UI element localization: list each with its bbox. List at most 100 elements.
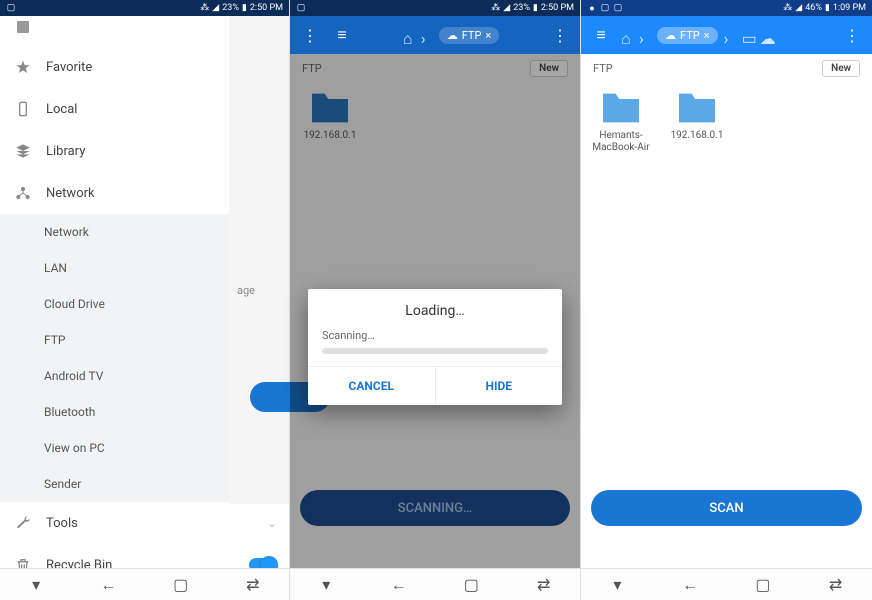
battery-pct: 46% [805, 3, 822, 13]
star-icon [14, 58, 32, 76]
clock: 1:09 PM [833, 3, 866, 13]
image-icon: ▢ [613, 3, 623, 13]
recents-icon[interactable]: ⇄ [535, 576, 553, 594]
sidebar-sub-viewonpc[interactable]: View on PC [0, 430, 289, 466]
clock: 2:50 PM [541, 3, 574, 13]
signal-icon: ◢ [212, 3, 219, 13]
image-icon: ▢ [296, 3, 306, 13]
recycle-toggle[interactable] [249, 558, 277, 568]
cloud-icon[interactable]: ☁ [760, 29, 772, 41]
sidebar-sub-cloud[interactable]: Cloud Drive [0, 286, 289, 322]
clock: 2:50 PM [250, 3, 283, 13]
layers-icon [14, 142, 32, 160]
app-icon: ● [587, 3, 597, 13]
sidebar-item-favorite[interactable]: Favorite ⌄ [0, 46, 289, 88]
device-icon [14, 18, 32, 36]
home-icon[interactable]: ⌂ [403, 29, 415, 41]
home-icon[interactable]: ▢ [754, 576, 772, 594]
more-vert-icon[interactable]: ⋮ [298, 23, 322, 47]
more-vert-icon[interactable]: ⋮ [548, 23, 572, 47]
chevron-down-icon: ⌄ [267, 102, 277, 116]
crumb-chip-ftp[interactable]: ☁ FTP × [439, 27, 500, 44]
sidebar-label: Tools [46, 516, 78, 531]
app-topbar: ≡ ⌂ › ☁ FTP × › ▭ ☁ ⋮ [581, 16, 872, 54]
app-topbar: ⋮ ≡ ⌂ › ☁ FTP × ⋮ [290, 16, 580, 54]
sidebar-sub-sender[interactable]: Sender [0, 466, 289, 502]
sidebar-item-library[interactable]: Library ⌄ [0, 130, 289, 172]
hamburger-icon[interactable]: ≡ [589, 23, 613, 47]
back-icon[interactable]: ← [681, 576, 699, 594]
breadcrumb: ⌂ › ☁ FTP × [362, 27, 540, 44]
loading-dialog: Loading… Scanning… CANCEL HIDE [308, 289, 562, 405]
sidebar-label: Network [46, 186, 95, 201]
folder-item[interactable]: Hemants-MacBook-Air [589, 90, 653, 154]
bluetooth-icon: ⁂ [783, 3, 792, 13]
window-icon[interactable]: ▭ [742, 29, 754, 41]
sidebar-item-truncated[interactable] [0, 16, 289, 46]
android-navbar: ▾ ← ▢ ⇄ [581, 568, 872, 600]
sidebar-item-local[interactable]: Local ⌄ [0, 88, 289, 130]
hide-keyboard-icon[interactable]: ▾ [317, 576, 335, 594]
sidebar-sub-ftp[interactable]: FTP [0, 322, 289, 358]
chevron-down-icon: ⌄ [267, 60, 277, 74]
scan-button[interactable]: SCAN [591, 490, 862, 526]
crumb-chip-ftp[interactable]: ☁ FTP × [657, 27, 718, 44]
android-navbar: ▾ ← ▢ ⇄ [0, 568, 289, 600]
folder-icon [675, 90, 719, 126]
folder-grid: Hemants-MacBook-Air 192.168.0.1 [581, 82, 872, 162]
hide-keyboard-icon[interactable]: ▾ [608, 576, 626, 594]
chevron-down-icon: ⌄ [267, 516, 277, 530]
battery-icon: ▮ [533, 3, 538, 13]
folder-icon [599, 90, 643, 126]
sidebar-label: Library [46, 144, 85, 159]
chevron-right-icon: › [724, 29, 736, 41]
home-icon[interactable]: ⌂ [621, 29, 633, 41]
status-bar: ● ▢ ▢ ⁂ ◢ 46% ▮ 1:09 PM [581, 0, 872, 16]
battery-pct: 23% [222, 3, 239, 13]
trash-icon [14, 556, 32, 568]
hide-button[interactable]: HIDE [436, 367, 563, 405]
back-icon[interactable]: ← [390, 576, 408, 594]
recents-icon[interactable]: ⇄ [244, 576, 262, 594]
android-navbar: ▾ ← ▢ ⇄ [290, 568, 580, 600]
folder-label: 192.168.0.1 [671, 130, 724, 142]
bluetooth-icon: ⁂ [200, 3, 209, 13]
more-vert-icon[interactable]: ⋮ [840, 23, 864, 47]
sidebar-sub-bluetooth[interactable]: Bluetooth [0, 394, 289, 430]
cancel-button[interactable]: CANCEL [308, 367, 436, 405]
dialog-subtitle: Scanning… [308, 329, 562, 348]
hide-keyboard-icon[interactable]: ▾ [27, 576, 45, 594]
sidebar-item-tools[interactable]: Tools ⌄ [0, 502, 289, 544]
image-icon: ▢ [600, 3, 610, 13]
chevron-up-icon: ⌃ [267, 186, 277, 200]
tab-ftp[interactable]: FTP [593, 62, 613, 75]
sidebar-sub-lan[interactable]: LAN [0, 250, 289, 286]
phone-icon [14, 100, 32, 118]
chevron-right-icon: › [639, 29, 651, 41]
close-icon[interactable]: × [704, 29, 710, 42]
signal-icon: ◢ [503, 3, 510, 13]
battery-icon: ▮ [825, 3, 830, 13]
sidebar-item-network[interactable]: Network ⌃ [0, 172, 289, 214]
folder-item[interactable]: 192.168.0.1 [665, 90, 729, 154]
recents-icon[interactable]: ⇄ [827, 576, 845, 594]
home-icon[interactable]: ▢ [462, 576, 480, 594]
sidebar-label: Recycle Bin [46, 558, 112, 569]
new-button[interactable]: New [822, 60, 860, 77]
folder-label: Hemants-MacBook-Air [589, 130, 653, 154]
status-bar: ▢ ⁂ ◢ 23% ▮ 2:50 PM [290, 0, 580, 16]
close-icon[interactable]: × [485, 29, 491, 42]
sidebar: Favorite ⌄ Local ⌄ Library ⌄ Network ⌃ N… [0, 16, 289, 568]
back-icon[interactable]: ← [99, 576, 117, 594]
sidebar-item-recycle[interactable]: Recycle Bin [0, 544, 289, 568]
dialog-title: Loading… [308, 289, 562, 329]
bluetooth-icon: ⁂ [491, 3, 500, 13]
sidebar-sub-network[interactable]: Network [0, 214, 289, 250]
sidebar-label: Favorite [46, 60, 92, 75]
chevron-right-icon: › [421, 29, 433, 41]
sidebar-sub-androidtv[interactable]: Android TV [0, 358, 289, 394]
home-icon[interactable]: ▢ [172, 576, 190, 594]
sidebar-label: Local [46, 102, 77, 117]
hamburger-icon[interactable]: ≡ [330, 23, 354, 47]
breadcrumb: ⌂ › ☁ FTP × › ▭ ☁ [621, 27, 832, 44]
